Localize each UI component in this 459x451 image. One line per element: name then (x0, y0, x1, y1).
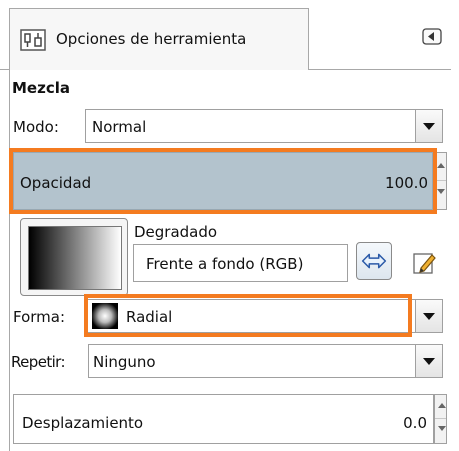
offset-spinner[interactable] (434, 394, 447, 444)
chevron-down-icon[interactable] (415, 345, 442, 377)
offset-label: Desplazamiento (22, 414, 144, 432)
mode-value: Normal (92, 118, 147, 136)
mode-combo[interactable]: Normal (85, 109, 443, 143)
arrow-down-icon[interactable] (435, 418, 446, 443)
chevron-down-icon[interactable] (415, 300, 442, 332)
mode-label: Modo: (13, 118, 59, 136)
repeat-label: Repetir: (11, 353, 66, 371)
repeat-combo[interactable]: Ninguno (88, 344, 443, 378)
shape-highlight (84, 294, 412, 337)
chevron-down-icon[interactable] (415, 110, 442, 142)
gradient-value: Frente a fondo (RGB) (146, 255, 304, 273)
tool-options-icon (20, 29, 46, 51)
offset-value: 0.0 (403, 414, 427, 432)
opacity-highlight (9, 148, 437, 214)
gradient-label: Degradado (134, 223, 218, 241)
tab-label: Opciones de herramienta (56, 30, 247, 48)
gradient-field[interactable]: Frente a fondo (RGB) (133, 244, 348, 282)
swap-arrows-icon (361, 253, 387, 269)
gradient-preview (28, 226, 122, 290)
shape-label: Forma: (13, 308, 66, 326)
repeat-value: Ninguno (93, 353, 156, 371)
panel-menu-icon[interactable] (422, 28, 442, 45)
tab-divider (309, 69, 451, 70)
reverse-gradient-button[interactable] (356, 242, 392, 280)
tool-options-tab[interactable]: Opciones de herramienta (9, 8, 309, 70)
arrow-up-icon[interactable] (435, 395, 446, 419)
offset-slider[interactable]: Desplazamiento 0.0 (13, 394, 434, 444)
gradient-preview-button[interactable] (20, 218, 128, 296)
section-title-mezcla: Mezcla (12, 79, 70, 97)
panel-border (9, 70, 10, 451)
edit-gradient-icon[interactable] (412, 250, 438, 276)
